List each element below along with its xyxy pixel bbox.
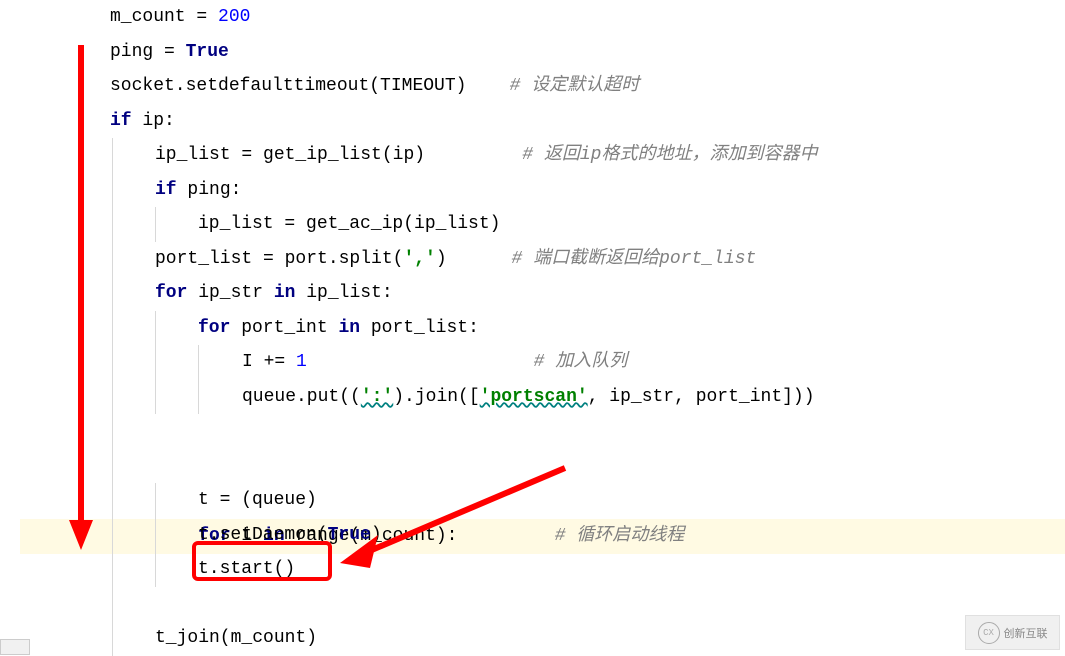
keyword: if: [155, 180, 177, 200]
code-text: m_count =: [110, 7, 218, 27]
code-line: I += 1 # 加入队列: [20, 345, 1050, 380]
code-line: if ip:: [20, 104, 1050, 139]
comment: # 端口截断返回给port_list: [511, 249, 756, 269]
code-text: t = (queue): [198, 490, 317, 510]
pad: [307, 352, 534, 372]
code-text: queue.put((: [242, 387, 361, 407]
code-line: queue.put((':').join(['portscan', ip_str…: [20, 380, 1050, 415]
code-line: for port_int in port_list:: [20, 311, 1050, 346]
scrollbar-horizontal[interactable]: [0, 639, 30, 655]
string-literal: ',': [403, 249, 435, 269]
code-text: ip:: [132, 111, 175, 131]
code-line: [20, 414, 1050, 449]
code-text: ip_list = get_ip_list(ip): [155, 145, 522, 165]
code-text: ip_str: [187, 283, 273, 303]
code-text: ): [436, 249, 512, 269]
number-literal: 200: [218, 7, 250, 27]
watermark-text: 创新互联: [1004, 625, 1048, 641]
keyword: for: [198, 318, 230, 338]
code-text: , ip_str, port_int])): [588, 387, 815, 407]
code-line: t_join(m_count): [20, 621, 1050, 656]
keyword: in: [338, 318, 360, 338]
code-text: port_int: [230, 318, 338, 338]
code-text: I +=: [242, 352, 296, 372]
comment: # 设定默认超时: [510, 76, 640, 96]
code-line: if ping:: [20, 173, 1050, 208]
code-text: ping:: [177, 180, 242, 200]
code-text: ).join([: [393, 387, 479, 407]
string-literal: 'portscan': [480, 387, 588, 407]
code-line: [20, 587, 1050, 622]
code-text: port_list:: [360, 318, 479, 338]
keyword: if: [110, 111, 132, 131]
keyword: True: [186, 42, 229, 62]
code-text: port_list = port.split(: [155, 249, 403, 269]
arrow-down-icon: [69, 45, 99, 555]
string-literal: ':': [361, 387, 393, 407]
logo-icon: CX: [978, 622, 1000, 644]
keyword: in: [274, 283, 296, 303]
number-literal: 1: [296, 352, 307, 372]
code-line: ip_list = get_ip_list(ip) # 返回ip格式的地址，添加…: [20, 138, 1050, 173]
highlight-box: [192, 541, 332, 581]
keyword: for: [155, 283, 187, 303]
comment: # 加入队列: [534, 352, 628, 372]
code-text: ping =: [110, 42, 186, 62]
code-text: ip_list = get_ac_ip(ip_list): [198, 214, 500, 234]
code-line: for ip_str in ip_list:: [20, 276, 1050, 311]
code-text: t_join(m_count): [155, 628, 317, 648]
arrow-diagonal-icon: [330, 460, 580, 580]
code-line: port_list = port.split(',') # 端口截断返回给por…: [20, 242, 1050, 277]
code-text: socket.setdefaulttimeout(TIMEOUT): [110, 76, 510, 96]
comment: # 返回ip格式的地址，添加到容器中: [522, 145, 817, 165]
code-line: m_count = 200: [20, 0, 1050, 35]
watermark-logo: CX 创新互联: [965, 615, 1060, 650]
code-text: ip_list:: [295, 283, 392, 303]
code-line: ping = True: [20, 35, 1050, 70]
code-line: socket.setdefaulttimeout(TIMEOUT) # 设定默认…: [20, 69, 1050, 104]
code-line: ip_list = get_ac_ip(ip_list): [20, 207, 1050, 242]
